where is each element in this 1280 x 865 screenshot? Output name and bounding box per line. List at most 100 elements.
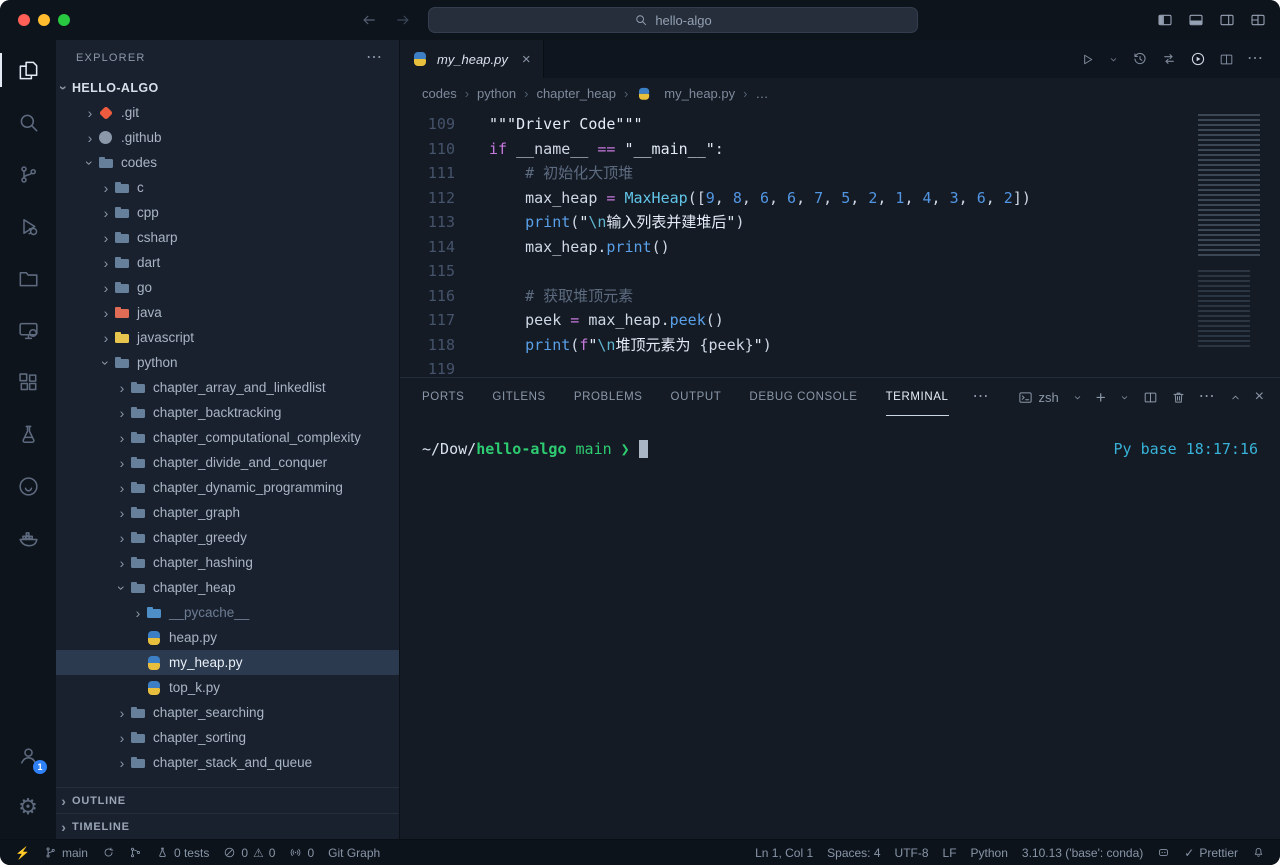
terminal-more-actions-icon[interactable]: ⋯ [1199, 389, 1216, 405]
new-terminal-icon[interactable]: + [1096, 389, 1106, 406]
status-copilot[interactable] [1150, 840, 1177, 865]
project-root[interactable]: › HELLO-ALGO [56, 75, 399, 100]
zoom-window-button[interactable] [58, 14, 70, 26]
breadcrumb-item-python[interactable]: python [477, 86, 516, 101]
panel-tab-output[interactable]: OUTPUT [671, 378, 722, 416]
tree-item-javascript[interactable]: ›javascript [56, 325, 399, 350]
maximize-panel-icon[interactable] [1229, 391, 1242, 404]
tree-item-heap-py[interactable]: heap.py [56, 625, 399, 650]
status-language-mode[interactable]: Python [964, 840, 1015, 865]
status-eol[interactable]: LF [936, 840, 964, 865]
close-panel-icon[interactable]: × [1255, 389, 1264, 405]
status-encoding[interactable]: UTF-8 [888, 840, 936, 865]
search-icon[interactable] [0, 96, 56, 148]
close-tab-icon[interactable]: × [522, 51, 531, 68]
status-remote[interactable]: ⚡ [8, 840, 37, 865]
section-outline[interactable]: ›OUTLINE [56, 787, 399, 813]
panel-more-tabs-icon[interactable]: ⋯ [973, 378, 990, 416]
tree-item-codes[interactable]: ›codes [56, 150, 399, 175]
tab-my-heap-py[interactable]: my_heap.py × [400, 40, 544, 78]
panel-tab-terminal[interactable]: TERMINAL [886, 378, 949, 416]
back-icon[interactable] [360, 11, 378, 29]
tree-item-pycache[interactable]: ›__pycache__ [56, 600, 399, 625]
tree-item-chapter-sorting[interactable]: ›chapter_sorting [56, 725, 399, 750]
project-manager-icon[interactable] [0, 252, 56, 304]
status-git-graph-button[interactable]: Git Graph [321, 840, 387, 865]
status-ports[interactable]: 0 [282, 840, 321, 865]
breadcrumb-item-[interactable]: … [755, 86, 768, 101]
tree-item-top-k-py[interactable]: top_k.py [56, 675, 399, 700]
tree-item-chapter-dynamic-programming[interactable]: ›chapter_dynamic_programming [56, 475, 399, 500]
testing-icon[interactable] [0, 408, 56, 460]
status-problems[interactable]: 0⚠0 [216, 840, 282, 865]
kill-terminal-icon[interactable] [1171, 390, 1186, 405]
tree-item-github[interactable]: ›.github [56, 125, 399, 150]
status-cursor-position[interactable]: Ln 1, Col 1 [748, 840, 820, 865]
docker-icon[interactable] [0, 512, 56, 564]
status-python-interpreter[interactable]: 3.10.13 ('base': conda) [1015, 840, 1150, 865]
tree-item-java[interactable]: ›java [56, 300, 399, 325]
tree-item-chapter-heap[interactable]: ›chapter_heap [56, 575, 399, 600]
forward-icon[interactable] [394, 11, 412, 29]
launch-profile[interactable]: zsh [1018, 390, 1058, 405]
status-tests[interactable]: 0 tests [149, 840, 216, 865]
run-debug-icon[interactable] [0, 200, 56, 252]
section-timeline[interactable]: ›TIMELINE [56, 813, 399, 839]
toggle-primary-sidebar-icon[interactable] [1157, 12, 1173, 28]
launch-profile-chevron-icon[interactable] [1072, 392, 1083, 403]
status-notifications[interactable] [1245, 840, 1272, 865]
more-actions-icon[interactable]: ⋯ [1247, 51, 1264, 67]
tree-item-git[interactable]: ›.git [56, 100, 399, 125]
customize-layout-icon[interactable] [1250, 12, 1266, 28]
settings-icon[interactable]: ⚙ [0, 781, 56, 833]
panel-tab-ports[interactable]: PORTS [422, 378, 464, 416]
tree-item-chapter-computational-complexity[interactable]: ›chapter_computational_complexity [56, 425, 399, 450]
tree-item-dart[interactable]: ›dart [56, 250, 399, 275]
tree-item-chapter-searching[interactable]: ›chapter_searching [56, 700, 399, 725]
tree-item-chapter-backtracking[interactable]: ›chapter_backtracking [56, 400, 399, 425]
run-or-debug-icon[interactable] [1190, 51, 1206, 67]
tree-item-python[interactable]: ›python [56, 350, 399, 375]
toggle-secondary-sidebar-icon[interactable] [1219, 12, 1235, 28]
github-icon[interactable] [0, 460, 56, 512]
explorer-icon[interactable] [0, 44, 56, 96]
code-editor[interactable]: 109"""Driver Code"""110if __name__ == "_… [400, 108, 1280, 377]
tree-item-chapter-array-and-linkedlist[interactable]: ›chapter_array_and_linkedlist [56, 375, 399, 400]
accounts-icon[interactable]: 1 [0, 729, 56, 781]
run-python-file-icon[interactable] [1080, 52, 1095, 67]
status-git-graph-view[interactable] [122, 840, 149, 865]
open-changes-icon[interactable] [1161, 51, 1177, 67]
panel-tab-problems[interactable]: PROBLEMS [574, 378, 643, 416]
breadcrumb-item-codes[interactable]: codes [422, 86, 457, 101]
panel-tab-debug-console[interactable]: DEBUG CONSOLE [749, 378, 857, 416]
status-sync[interactable] [95, 840, 122, 865]
remote-explorer-icon[interactable] [0, 304, 56, 356]
status-indentation[interactable]: Spaces: 4 [820, 840, 887, 865]
tree-item-chapter-divide-and-conquer[interactable]: ›chapter_divide_and_conquer [56, 450, 399, 475]
views-and-more-actions-icon[interactable]: ⋯ [366, 50, 383, 66]
command-center-search[interactable]: hello-algo [428, 7, 918, 33]
timeline-history-icon[interactable] [1132, 51, 1148, 67]
panel-tab-gitlens[interactable]: GITLENS [492, 378, 545, 416]
new-terminal-chevron-icon[interactable] [1119, 392, 1130, 403]
run-options-icon[interactable] [1108, 54, 1119, 65]
breadcrumb-item-chapter-heap[interactable]: chapter_heap [536, 86, 616, 101]
source-control-icon[interactable] [0, 148, 56, 200]
terminal[interactable]: ~/Dow/hello-algo main ❯ Py base 18:17:16 [400, 416, 1280, 839]
status-branch[interactable]: main [37, 840, 95, 865]
extensions-icon[interactable] [0, 356, 56, 408]
tree-item-chapter-graph[interactable]: ›chapter_graph [56, 500, 399, 525]
close-window-button[interactable] [18, 14, 30, 26]
tree-item-csharp[interactable]: ›csharp [56, 225, 399, 250]
tree-item-my-heap-py[interactable]: my_heap.py [56, 650, 399, 675]
breadcrumb-item-my-heap-py[interactable]: my_heap.py [636, 86, 735, 101]
status-prettier[interactable]: ✓Prettier [1177, 840, 1245, 865]
split-editor-icon[interactable] [1219, 52, 1234, 67]
tree-item-chapter-greedy[interactable]: ›chapter_greedy [56, 525, 399, 550]
tree-item-cpp[interactable]: ›cpp [56, 200, 399, 225]
tree-item-go[interactable]: ›go [56, 275, 399, 300]
tree-item-chapter-hashing[interactable]: ›chapter_hashing [56, 550, 399, 575]
split-terminal-icon[interactable] [1143, 390, 1158, 405]
tree-item-c[interactable]: ›c [56, 175, 399, 200]
minimap[interactable] [1198, 108, 1272, 377]
